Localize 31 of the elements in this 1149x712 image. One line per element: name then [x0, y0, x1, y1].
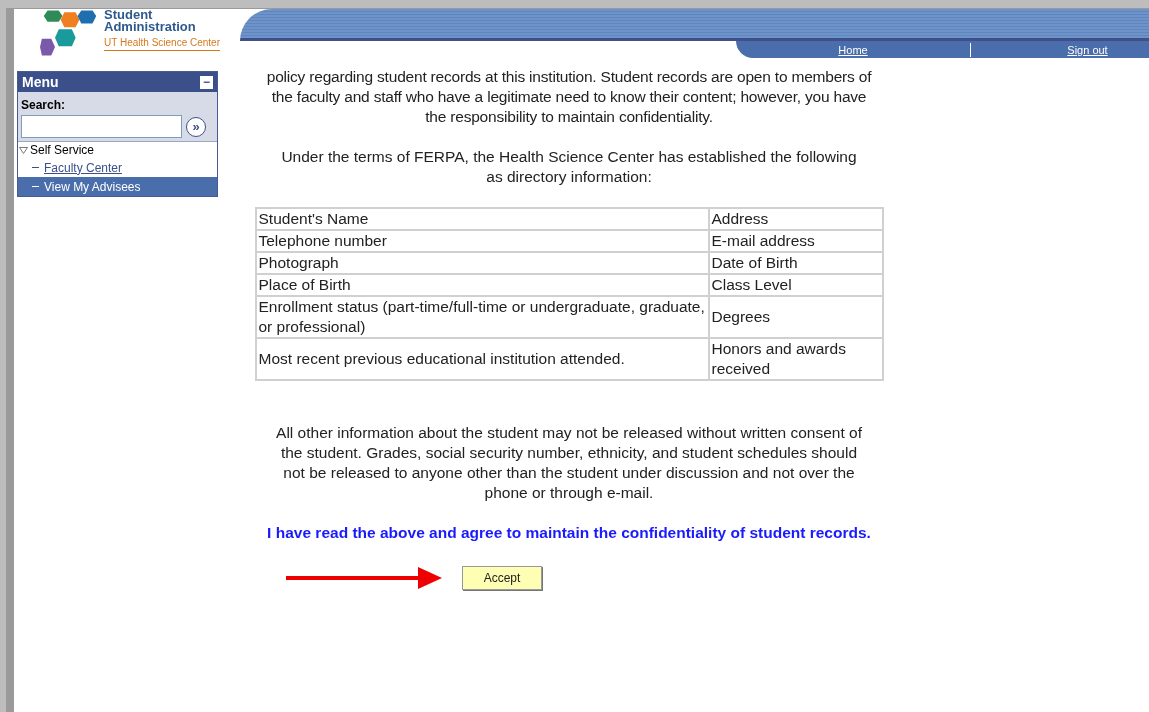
collapse-button[interactable]: − [200, 75, 213, 89]
search-button[interactable]: » [186, 116, 206, 137]
menu-item[interactable]: Faculty Center [18, 158, 217, 177]
table-cell: E-mail address [708, 230, 883, 252]
table-cell: Enrollment status (part-time/full-time or undergraduate, graduate, or professional) [255, 296, 709, 338]
notice-paragraph: All other information about the student may not be released without written consent of the student. Grades, social security number, ethnicity, and student schedules should not be released to anyone other than the student under discussion and not over the phone or through e-mail. [275, 423, 863, 503]
table-cell: Most recent previous educational institution attended. [255, 338, 709, 380]
table-cell: Address [708, 208, 883, 230]
app-subtitle: UT Health Science Center [104, 35, 220, 51]
menu-folder[interactable]: Self Service [30, 142, 95, 158]
table-cell: Date of Birth [708, 252, 883, 274]
table-cell: Telephone number [255, 230, 709, 252]
app-title: Student Administration [104, 9, 197, 33]
table-cell: Honors and awards received [708, 338, 883, 380]
table-cell: Student's Name [255, 208, 709, 230]
agreement-text: I have read the above and agree to maintain the confidentiality of student records. [266, 523, 872, 543]
ferpa-paragraph: Under the terms of FERPA, the Health Science Center has established the following as directory information: [280, 147, 858, 187]
policy-paragraph: policy regarding student records at this institution. Student records are open to members of the faculty and staff who have a legitimate need to know their content; however, you have the responsibility to maintain confidentiality. [265, 67, 873, 127]
accept-button[interactable]: Accept [462, 566, 542, 590]
nav-link[interactable]: Sign out [1067, 42, 1108, 57]
menu-item[interactable]: View My Advisees [18, 177, 217, 196]
arrow-icon [284, 565, 444, 591]
search-field[interactable] [21, 115, 182, 138]
table-cell: Photograph [255, 252, 709, 274]
search-label: Search: [21, 97, 67, 114]
nav-link[interactable]: Home [838, 42, 868, 57]
table-cell: Place of Birth [255, 274, 709, 296]
menu-title: Menu [22, 72, 59, 92]
table-cell: Class Level [708, 274, 883, 296]
expand-triangle-icon[interactable] [19, 145, 28, 155]
table-cell: Degrees [708, 296, 883, 338]
